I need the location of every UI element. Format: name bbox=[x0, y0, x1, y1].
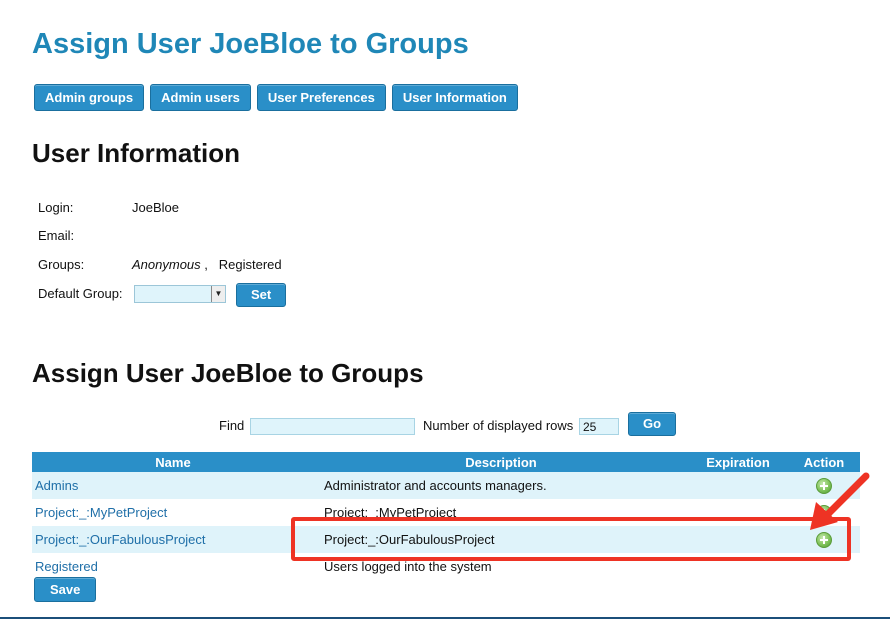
assign-groups-heading: Assign User JoeBloe to Groups bbox=[32, 358, 424, 388]
user-preferences-button[interactable]: User Preferences bbox=[256, 84, 386, 111]
set-button[interactable]: Set bbox=[236, 283, 287, 307]
group-expiration bbox=[688, 499, 788, 526]
group-registered: Registered bbox=[218, 257, 282, 272]
default-group-label: Default Group: bbox=[38, 286, 123, 301]
header-action: Action bbox=[788, 452, 860, 472]
group-name-link[interactable]: Registered bbox=[35, 559, 98, 574]
groups-label: Groups: bbox=[38, 257, 85, 272]
group-name-link[interactable]: Project:_:MyPetProject bbox=[35, 505, 167, 520]
page-title: Assign User JoeBloe to Groups bbox=[32, 28, 469, 60]
group-name-link[interactable]: Project:_:OurFabulousProject bbox=[35, 532, 206, 547]
group-expiration bbox=[688, 472, 788, 499]
group-expiration bbox=[688, 553, 788, 580]
table-row: Registered Users logged into the system bbox=[32, 553, 860, 580]
group-anonymous: Anonymous bbox=[132, 257, 201, 272]
group-description: Users logged into the system bbox=[314, 553, 688, 580]
admin-groups-button[interactable]: Admin groups bbox=[34, 84, 145, 111]
table-row: Project:_:OurFabulousProject Project:_:O… bbox=[32, 526, 860, 553]
rows-input[interactable] bbox=[579, 418, 619, 435]
group-description: Administrator and accounts managers. bbox=[314, 472, 688, 499]
user-information-heading: User Information bbox=[32, 138, 241, 168]
groups-value: Anonymous , Registered bbox=[132, 257, 282, 272]
header-name[interactable]: Name bbox=[32, 452, 314, 472]
header-description[interactable]: Description bbox=[314, 452, 688, 472]
group-separator: , bbox=[204, 257, 208, 272]
annotation-arrow-icon bbox=[810, 472, 870, 530]
email-label: Email: bbox=[38, 228, 75, 243]
header-expiration[interactable]: Expiration bbox=[688, 452, 788, 472]
table-row: Admins Administrator and accounts manage… bbox=[32, 472, 860, 499]
find-input[interactable] bbox=[250, 418, 415, 435]
user-information-button[interactable]: User Information bbox=[391, 84, 518, 111]
save-button[interactable]: Save bbox=[34, 577, 97, 602]
rows-label: Number of displayed rows bbox=[423, 418, 574, 433]
table-row: Project:_:MyPetProject Project:_:MyPetPr… bbox=[32, 499, 860, 526]
chevron-down-icon[interactable]: ▼ bbox=[211, 286, 225, 302]
group-name-link[interactable]: Admins bbox=[35, 478, 78, 493]
login-label: Login: bbox=[38, 200, 74, 215]
default-group-select[interactable]: ▼ bbox=[134, 285, 226, 303]
groups-table: Name Description Expiration Action Admin… bbox=[32, 452, 860, 580]
find-label: Find bbox=[219, 418, 245, 433]
group-description: Project:_:MyPetProject bbox=[314, 499, 688, 526]
login-value: JoeBloe bbox=[132, 200, 179, 215]
bottom-divider bbox=[0, 617, 890, 619]
group-description: Project:_:OurFabulousProject bbox=[314, 526, 688, 553]
page: Assign User JoeBloe to Groups Admin grou… bbox=[0, 0, 890, 620]
go-button[interactable]: Go bbox=[628, 412, 677, 436]
group-expiration bbox=[688, 526, 788, 553]
table-header-row: Name Description Expiration Action bbox=[32, 452, 860, 472]
nav-bar: Admin groups Admin users User Preference… bbox=[34, 84, 518, 111]
admin-users-button[interactable]: Admin users bbox=[150, 84, 251, 111]
